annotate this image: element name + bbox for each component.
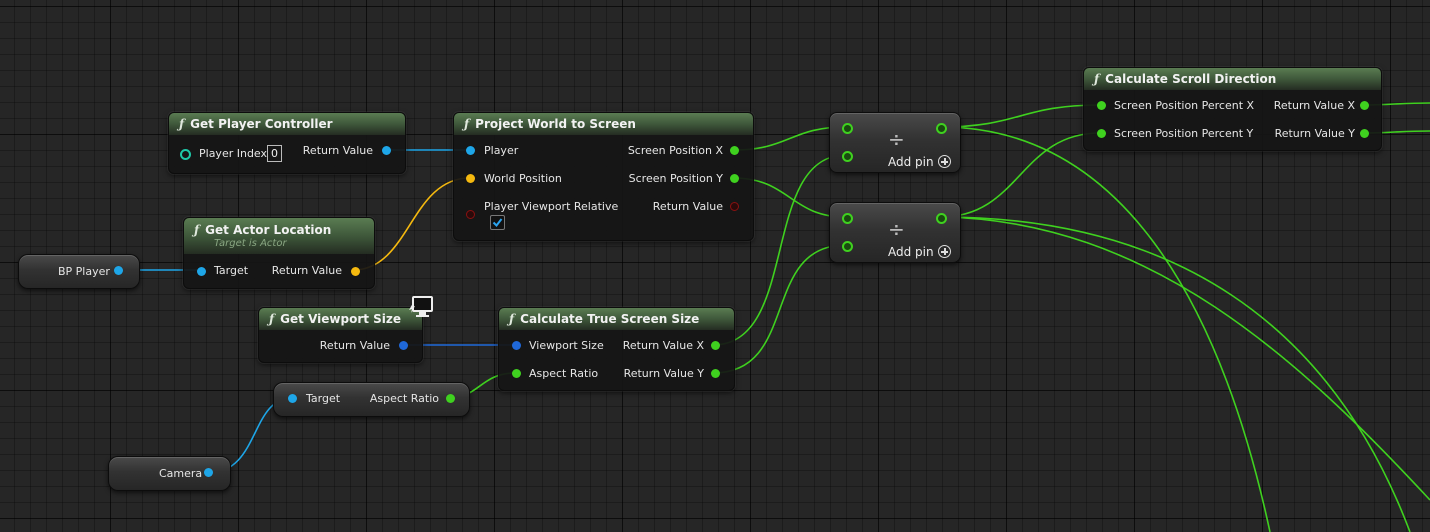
world-position-pin[interactable]	[466, 174, 475, 183]
return-value-label: Return Value	[652, 200, 723, 213]
function-icon: ƒ	[194, 223, 200, 237]
node-header: ƒ Project World to Screen	[454, 113, 753, 135]
node-calculate-scroll-direction[interactable]: ƒ Calculate Scroll Direction Screen Posi…	[1083, 67, 1382, 151]
return-value-label: Return Value	[302, 144, 373, 157]
node-bp-player[interactable]: BP Player	[18, 254, 140, 289]
player-index-label: Player Index	[199, 147, 268, 160]
node-get-actor-location[interactable]: ƒ Get Actor Location Target is Actor Targ…	[183, 217, 375, 289]
divide-icon: ÷	[888, 127, 905, 151]
divide-input-b-pin[interactable]	[842, 241, 853, 252]
return-value-pin[interactable]	[351, 267, 360, 276]
node-title: Get Actor Location	[205, 223, 332, 237]
node-title: Calculate True Screen Size	[520, 312, 700, 326]
viewport-relative-label: Player Viewport Relative	[484, 200, 619, 213]
function-icon: ƒ	[1094, 72, 1100, 86]
return-value-pin[interactable]	[399, 341, 408, 350]
target-pin[interactable]	[288, 394, 297, 403]
wire-div2-out[interactable]	[940, 132, 1101, 218]
viewport-size-pin[interactable]	[512, 341, 521, 350]
return-value-pin[interactable]	[730, 202, 739, 211]
divide-output-pin[interactable]	[936, 213, 947, 224]
node-project-world-to-screen[interactable]: ƒ Project World to Screen Player World P…	[453, 112, 754, 241]
screen-y-pin[interactable]	[730, 174, 739, 183]
return-value-pin[interactable]	[382, 146, 391, 155]
node-subtitle: Target is Actor	[214, 238, 287, 249]
return-value-label: Return Value	[271, 264, 342, 277]
input-y-pin[interactable]	[1097, 129, 1106, 138]
node-camera[interactable]: Camera	[108, 456, 231, 491]
node-aspect-ratio-getter[interactable]: Target Aspect Ratio	[273, 382, 470, 417]
player-index-input[interactable]: 0	[267, 145, 282, 162]
function-icon: ƒ	[509, 312, 515, 326]
node-header: ƒ Get Viewport Size	[259, 308, 422, 330]
node-divide-1[interactable]: ÷ Add pin	[829, 112, 961, 173]
player-index-pin[interactable]	[180, 149, 191, 160]
player-pin[interactable]	[466, 146, 475, 155]
node-title: Get Viewport Size	[280, 312, 402, 326]
viewport-size-label: Viewport Size	[529, 339, 604, 352]
add-pin-icon[interactable]	[938, 155, 951, 168]
wire-div2-far-b[interactable]	[940, 216, 1430, 501]
screen-y-label: Screen Position Y	[628, 172, 723, 185]
screen-x-pin[interactable]	[730, 146, 739, 155]
node-header: ƒ Calculate Scroll Direction	[1084, 68, 1381, 90]
target-pin[interactable]	[197, 267, 206, 276]
wire-div1-far[interactable]	[940, 126, 1271, 532]
function-icon: ƒ	[269, 312, 275, 326]
return-x-label: Return Value X	[1273, 99, 1355, 112]
aspect-ratio-output-label: Aspect Ratio	[369, 392, 439, 405]
divide-icon: ÷	[888, 217, 905, 241]
return-y-label: Return Value Y	[623, 367, 704, 380]
return-y-pin[interactable]	[1360, 129, 1369, 138]
aspect-ratio-pin[interactable]	[512, 369, 521, 378]
return-y-pin[interactable]	[711, 369, 720, 378]
viewport-relative-pin[interactable]	[466, 210, 475, 219]
return-x-label: Return Value X	[622, 339, 704, 352]
check-icon	[492, 218, 503, 228]
wire-div2-far-a[interactable]	[940, 216, 1411, 532]
world-position-label: World Position	[484, 172, 562, 185]
bp-player-label: BP Player	[58, 265, 110, 278]
viewport-relative-checkbox[interactable]	[490, 215, 505, 230]
return-y-label: Return Value Y	[1274, 127, 1355, 140]
input-x-pin[interactable]	[1097, 101, 1106, 110]
camera-label: Camera	[159, 467, 203, 480]
function-icon: ƒ	[464, 117, 470, 131]
add-pin-label[interactable]: Add pin	[888, 155, 934, 169]
node-get-player-controller[interactable]: ƒ Get Player Controller Player Index 0 R…	[168, 112, 406, 174]
add-pin-label[interactable]: Add pin	[888, 245, 934, 259]
node-divide-2[interactable]: ÷ Add pin	[829, 202, 961, 263]
target-label: Target	[214, 264, 249, 277]
input-x-label: Screen Position Percent X	[1114, 99, 1255, 112]
return-x-pin[interactable]	[1360, 101, 1369, 110]
node-header: ƒ Get Player Controller	[169, 113, 405, 135]
add-pin-icon[interactable]	[938, 245, 951, 258]
divide-input-a-pin[interactable]	[842, 123, 853, 134]
bp-player-pin[interactable]	[114, 266, 123, 275]
node-title: Calculate Scroll Direction	[1105, 72, 1277, 86]
screen-x-label: Screen Position X	[627, 144, 723, 157]
client-only-monitor-icon	[409, 296, 433, 317]
node-title: Get Player Controller	[190, 117, 333, 131]
wire-div1-out[interactable]	[940, 104, 1101, 128]
node-header: ƒ Calculate True Screen Size	[499, 308, 734, 330]
target-label: Target	[306, 392, 341, 405]
camera-pin[interactable]	[204, 468, 213, 477]
aspect-ratio-label: Aspect Ratio	[529, 367, 599, 380]
return-value-label: Return Value	[319, 339, 390, 352]
input-y-label: Screen Position Percent Y	[1114, 127, 1254, 140]
player-label: Player	[484, 144, 519, 157]
divide-input-a-pin[interactable]	[842, 213, 853, 224]
function-icon: ƒ	[179, 117, 185, 131]
divide-input-b-pin[interactable]	[842, 151, 853, 162]
return-x-pin[interactable]	[711, 341, 720, 350]
node-calculate-true-screen-size[interactable]: ƒ Calculate True Screen Size Viewport Si…	[498, 307, 735, 391]
divide-output-pin[interactable]	[936, 123, 947, 134]
aspect-ratio-output-pin[interactable]	[446, 394, 455, 403]
node-header: ƒ Get Actor Location Target is Actor	[184, 218, 374, 254]
node-get-viewport-size[interactable]: ƒ Get Viewport Size Return Value	[258, 307, 423, 363]
node-title: Project World to Screen	[475, 117, 636, 131]
